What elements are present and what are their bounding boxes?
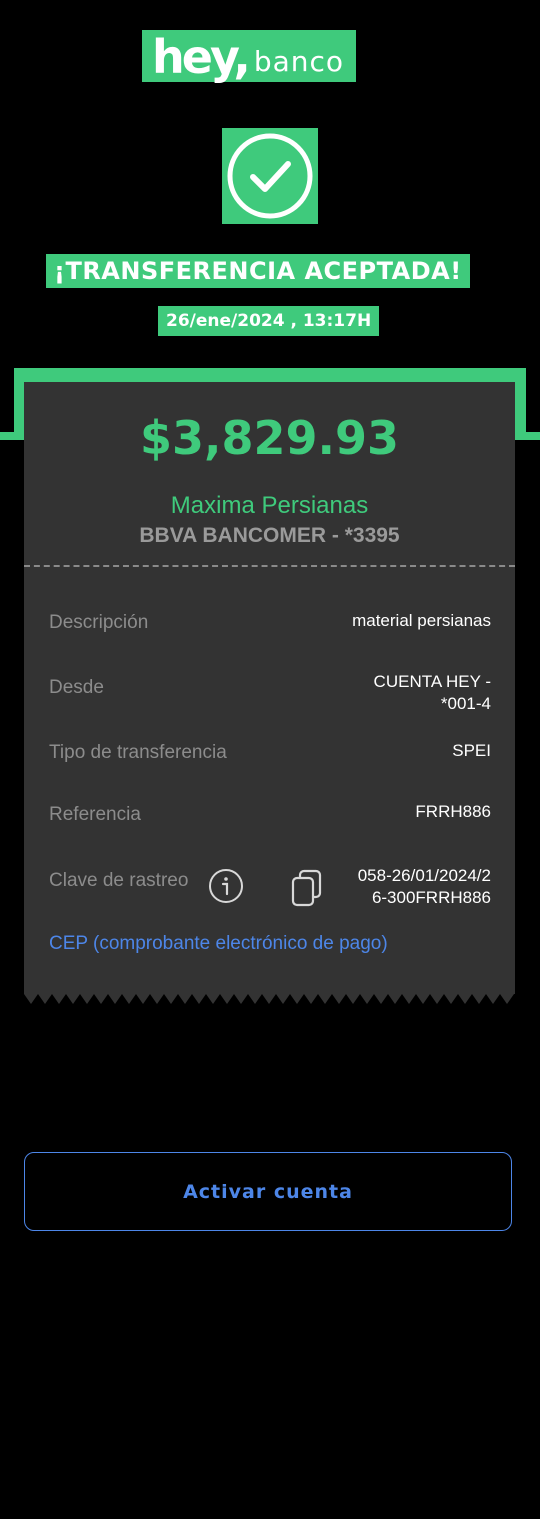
activate-account-button[interactable]: Activar cuenta (24, 1152, 512, 1231)
receipt-torn-edge (24, 990, 515, 1004)
receipt-card: $3,829.93 Maxima Persianas BBVA BANCOMER… (24, 382, 515, 994)
description-label: Descripción (49, 612, 149, 633)
info-icon[interactable] (208, 868, 244, 904)
description-value: material persianas (352, 611, 491, 630)
transfer-amount: $3,829.93 (140, 411, 399, 465)
status-title: ¡TRANSFERENCIA ACEPTADA! (46, 254, 470, 288)
transfer-type-label: Tipo de transferencia (49, 742, 227, 763)
tracking-key-line2: 6-300FRRH886 (371, 888, 491, 907)
status-datetime: 26/ene/2024 , 13:17H (158, 306, 380, 336)
recipient-name: Maxima Persianas (170, 492, 369, 519)
hey-banco-logo: hey, banco (142, 30, 357, 84)
from-value-line1: CUENTA HEY - (373, 672, 491, 691)
tracking-key-line1: 058-26/01/2024/2 (357, 866, 491, 885)
cep-link[interactable]: CEP (comprobante electrónico de pago) (49, 932, 388, 956)
transfer-type-value: SPEI (452, 741, 491, 760)
tracking-key-value: 058-26/01/2024/2 6-300FRRH886 (358, 865, 491, 909)
logo-main-text: hey, (152, 30, 251, 84)
reference-label: Referencia (49, 804, 141, 825)
dashed-divider (24, 565, 515, 567)
from-label: Desde (49, 677, 104, 698)
recipient-bank: BBVA BANCOMER - *3395 (139, 524, 400, 547)
copy-icon[interactable] (290, 868, 324, 908)
reference-value: FRRH886 (415, 802, 491, 821)
from-value-line2: *001-4 (440, 694, 491, 713)
tracking-key-label: Clave de rastreo (49, 870, 189, 891)
check-circle-icon (222, 128, 318, 224)
logo-sub-text: banco (253, 45, 345, 78)
from-value: CUENTA HEY - *001-4 (374, 671, 491, 715)
